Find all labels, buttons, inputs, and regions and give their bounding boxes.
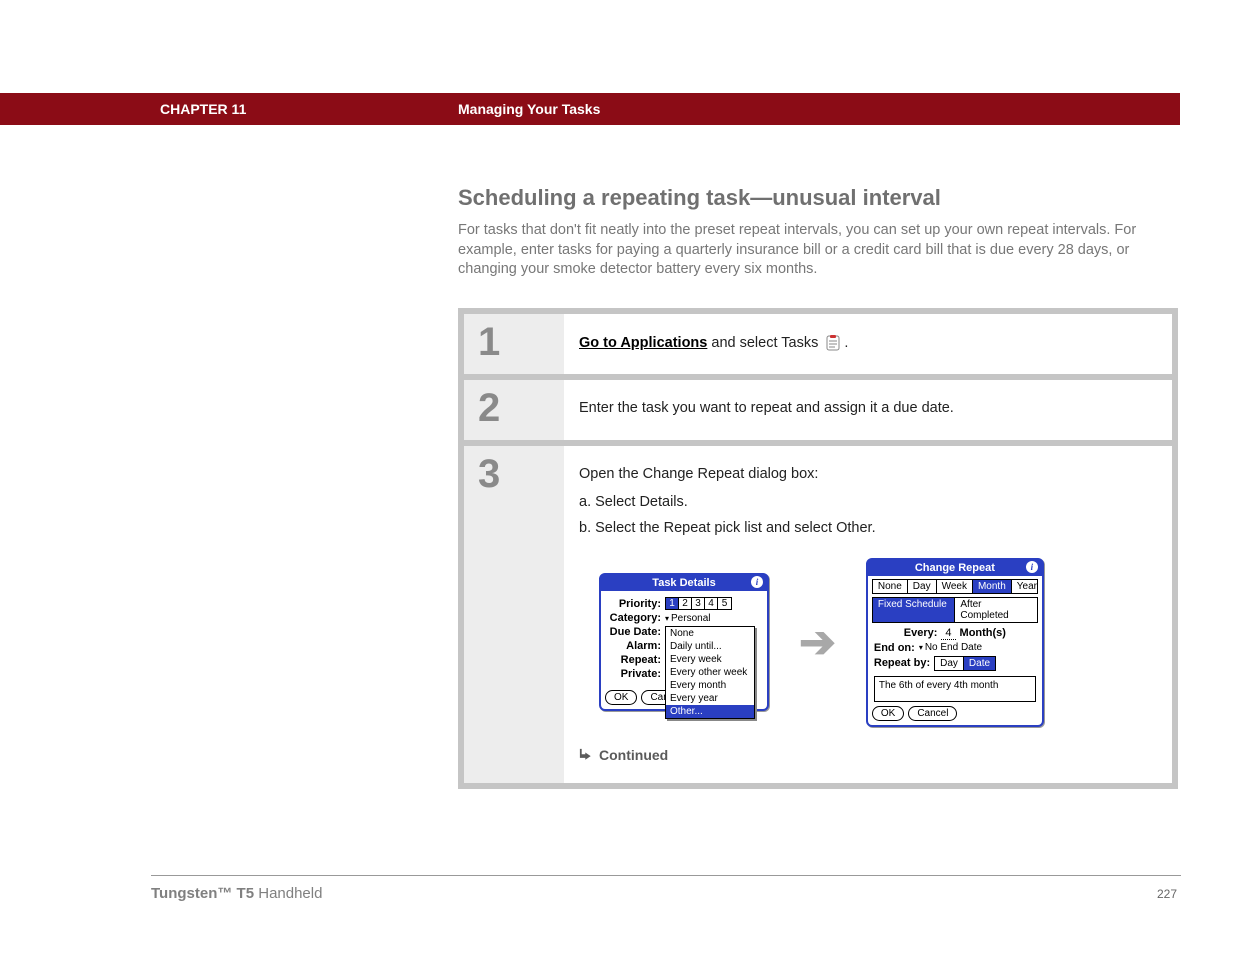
step-1-period: . bbox=[844, 335, 848, 351]
substep-b: b. Select the Repeat pick list and selec… bbox=[579, 520, 1152, 536]
step-number: 2 bbox=[464, 380, 564, 440]
step-1: 1 Go to Applications and select Tasks . bbox=[464, 314, 1172, 374]
step-number: 1 bbox=[464, 314, 564, 374]
footer-product-rest: Handheld bbox=[254, 885, 322, 902]
tab-year[interactable]: Year bbox=[1012, 580, 1042, 593]
tab-week[interactable]: Week bbox=[937, 580, 973, 593]
repeatby-date[interactable]: Date bbox=[964, 657, 995, 670]
chapter-label: CHAPTER 11 bbox=[160, 101, 246, 117]
priority-1[interactable]: 1 bbox=[666, 598, 679, 609]
step-body: Open the Change Repeat dialog box: a. Se… bbox=[564, 446, 1172, 783]
step-3: 3 Open the Change Repeat dialog box: a. … bbox=[464, 446, 1172, 783]
substep-a: a. Select Details. bbox=[579, 494, 1152, 510]
substep-list: a. Select Details. b. Select the Repeat … bbox=[579, 494, 1152, 536]
repeat-label: Repeat: bbox=[607, 654, 661, 666]
section-intro: For tasks that don't fit neatly into the… bbox=[458, 221, 1158, 280]
header-bar: CHAPTER 11 Managing Your Tasks bbox=[0, 93, 1180, 125]
step-1-text: and select Tasks bbox=[707, 335, 822, 351]
step-3-intro: Open the Change Repeat dialog box: bbox=[579, 466, 1152, 482]
dropdown-daily[interactable]: Daily until... bbox=[666, 640, 754, 653]
change-repeat-dialog: Change Repeat i None Day Week Month Year… bbox=[866, 558, 1044, 727]
tab-day[interactable]: Day bbox=[908, 580, 937, 593]
schedule-tabs[interactable]: Fixed Schedule After Completed bbox=[872, 597, 1038, 623]
page-number: 227 bbox=[1157, 887, 1177, 901]
alarm-label: Alarm: bbox=[607, 640, 661, 652]
every-value-input[interactable]: 4 bbox=[941, 627, 955, 640]
dialog-title-text: Change Repeat bbox=[915, 562, 995, 574]
step-2-text: Enter the task you want to repeat and as… bbox=[579, 400, 954, 416]
dialog-title: Task Details i bbox=[601, 575, 767, 591]
chapter-title: Managing Your Tasks bbox=[458, 101, 600, 117]
section-title: Scheduling a repeating task—unusual inte… bbox=[458, 185, 1158, 211]
tasks-app-icon bbox=[824, 334, 842, 352]
dropdown-week[interactable]: Every week bbox=[666, 653, 754, 666]
footer-product-bold: Tungsten™ T5 bbox=[151, 885, 254, 902]
duedate-label: Due Date: bbox=[607, 626, 661, 638]
repeat-dropdown-menu[interactable]: None Daily until... Every week Every oth… bbox=[665, 626, 755, 719]
endon-dropdown[interactable]: No End Date bbox=[919, 642, 982, 653]
priority-selector[interactable]: 1 2 3 4 5 bbox=[665, 597, 732, 610]
cancel-button[interactable]: Cancel bbox=[908, 706, 957, 721]
priority-4[interactable]: 4 bbox=[705, 598, 718, 609]
ok-button[interactable]: OK bbox=[605, 690, 637, 705]
step-number: 3 bbox=[464, 446, 564, 783]
category-label: Category: bbox=[607, 612, 661, 624]
dropdown-month[interactable]: Every month bbox=[666, 679, 754, 692]
dropdown-year[interactable]: Every year bbox=[666, 692, 754, 705]
private-label: Private: bbox=[607, 668, 661, 680]
main-content: Scheduling a repeating task—unusual inte… bbox=[458, 185, 1158, 789]
screenshot-row: Task Details i Priority: 1 2 3 4 bbox=[599, 558, 1152, 727]
steps-container: 1 Go to Applications and select Tasks . … bbox=[458, 308, 1178, 789]
dropdown-none[interactable]: None bbox=[666, 627, 754, 640]
tab-none[interactable]: None bbox=[873, 580, 908, 593]
dropdown-other[interactable]: Other... bbox=[666, 705, 754, 718]
dialog-title-text: Task Details bbox=[652, 577, 715, 589]
priority-label: Priority: bbox=[607, 598, 661, 610]
tab-fixed[interactable]: Fixed Schedule bbox=[873, 598, 956, 622]
info-icon[interactable]: i bbox=[1026, 561, 1038, 573]
footer-divider bbox=[151, 875, 1181, 876]
ok-button[interactable]: OK bbox=[872, 706, 904, 721]
priority-5[interactable]: 5 bbox=[718, 598, 731, 609]
go-to-applications-link[interactable]: Go to Applications bbox=[579, 335, 707, 351]
dropdown-otherweek[interactable]: Every other week bbox=[666, 666, 754, 679]
tab-after[interactable]: After Completed bbox=[955, 598, 1037, 622]
step-body: Go to Applications and select Tasks . bbox=[564, 314, 1172, 374]
repeatby-label: Repeat by: bbox=[874, 657, 930, 669]
interval-tabs[interactable]: None Day Week Month Year bbox=[872, 579, 1038, 594]
category-dropdown[interactable]: Personal bbox=[665, 613, 710, 624]
endon-label: End on: bbox=[874, 642, 915, 654]
continued-indicator: Continued bbox=[579, 747, 1152, 763]
step-2: 2 Enter the task you want to repeat and … bbox=[464, 380, 1172, 440]
arrow-right-icon: ➔ bbox=[799, 617, 836, 668]
priority-2[interactable]: 2 bbox=[679, 598, 692, 609]
dialog-title: Change Repeat i bbox=[868, 560, 1042, 576]
continued-text: Continued bbox=[599, 747, 668, 763]
step-body: Enter the task you want to repeat and as… bbox=[564, 380, 1172, 440]
footer-product: Tungsten™ T5 Handheld bbox=[151, 885, 322, 902]
continued-arrow-icon bbox=[579, 748, 593, 762]
dialog-body: Priority: 1 2 3 4 5 Category: bbox=[601, 591, 767, 686]
every-label: Every: bbox=[904, 627, 938, 639]
repeat-summary: The 6th of every 4th month bbox=[874, 676, 1036, 702]
task-details-dialog: Task Details i Priority: 1 2 3 4 bbox=[599, 573, 769, 711]
priority-3[interactable]: 3 bbox=[692, 598, 705, 609]
repeatby-day[interactable]: Day bbox=[935, 657, 964, 670]
info-icon[interactable]: i bbox=[751, 576, 763, 588]
every-unit: Month(s) bbox=[960, 627, 1006, 639]
tab-month[interactable]: Month bbox=[973, 580, 1012, 593]
